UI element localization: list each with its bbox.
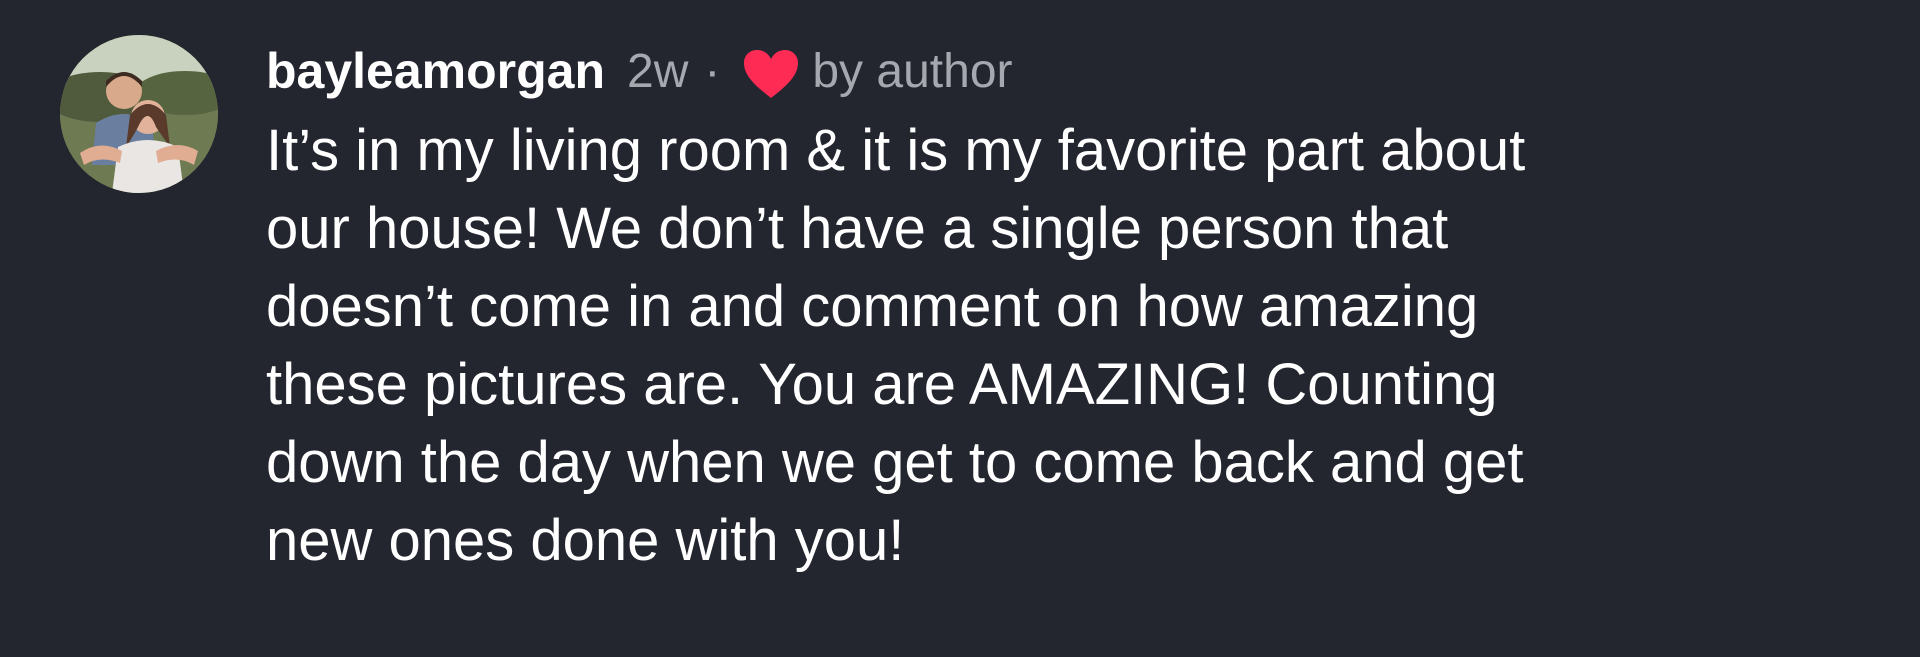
comment-item: bayleamorgan 2w · by author It’s in my l… (0, 0, 1920, 657)
comment-text-line: our house! We don’t have a single person… (266, 196, 1449, 261)
timestamp: 2w (627, 44, 689, 98)
liked-by-author-label: by author (812, 44, 1013, 98)
comment-text-line: new ones done with you! (266, 508, 905, 573)
comment-content: bayleamorgan 2w · by author It’s in my l… (266, 38, 1886, 580)
comment-text-line: down the day when we get to come back an… (266, 430, 1524, 495)
comment-text: It’s in my living room & it is my favori… (266, 112, 1886, 580)
comment-text-line: It’s in my living room & it is my favori… (266, 118, 1526, 183)
avatar[interactable] (60, 35, 218, 193)
comment-text-line: doesn’t come in and comment on how amazi… (266, 274, 1479, 339)
separator-dot: · (704, 44, 721, 98)
username[interactable]: bayleamorgan (266, 42, 605, 100)
comment-text-line: these pictures are. You are AMAZING! Cou… (266, 352, 1498, 417)
comment-meta: bayleamorgan 2w · by author (266, 38, 1886, 104)
heart-icon (742, 48, 800, 100)
avatar-photo (60, 35, 218, 193)
